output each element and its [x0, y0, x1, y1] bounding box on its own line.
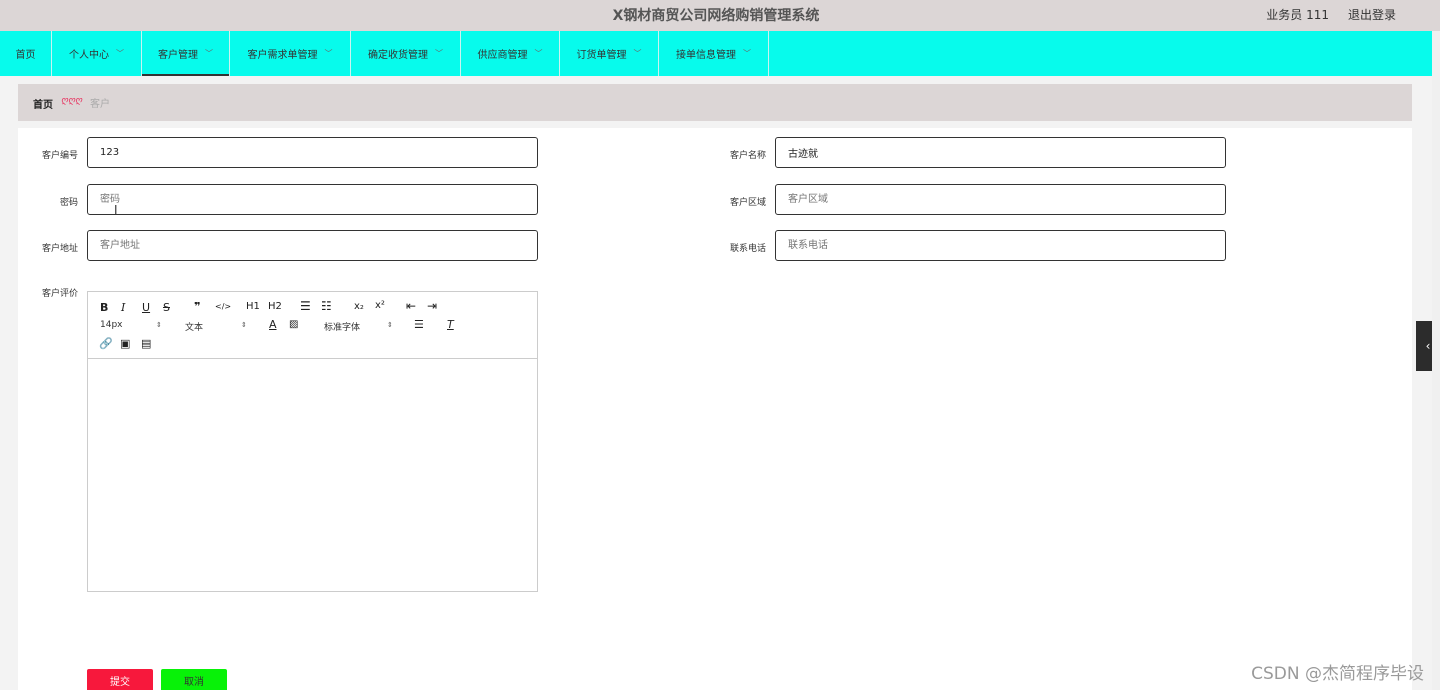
customer-name-label: 客户名称 [729, 151, 766, 161]
align-icon[interactable]: ☰ [414, 318, 424, 331]
chevron-down-icon: ﹀ [534, 49, 543, 58]
indent-icon[interactable]: ⇥ [427, 299, 437, 313]
chevron-down-icon: ﹀ [116, 49, 124, 58]
logout-link[interactable]: 退出登录 [1348, 6, 1396, 23]
subscript-button[interactable]: x₂ [354, 301, 364, 312]
link-icon[interactable]: 🔗 [99, 337, 113, 350]
underline-button[interactable]: U [142, 301, 150, 314]
customer-no-input[interactable] [87, 137, 538, 168]
nav-item-confirm-receipt[interactable]: 确定收货管理 ﹀ [351, 31, 461, 76]
outdent-icon[interactable]: ⇤ [406, 299, 416, 313]
chevron-down-icon: ﹀ [633, 49, 642, 58]
text-style-select[interactable]: 文本 ⇕ [185, 320, 249, 333]
select-arrows-icon: ⇕ [387, 321, 393, 329]
main-nav: 首页 个人中心 ﹀ 客户管理 ﹀ 客户需求单管理 ﹀ 确定收货管理 ﹀ 供应商管理 ﹀ 订… [0, 31, 1432, 76]
nav-item-customer-management[interactable]: 客户管理 ﹀ [142, 31, 230, 76]
font-family-value: 标准字体 [324, 323, 361, 333]
chevron-down-icon: ﹀ [435, 49, 443, 58]
nav-item-label: 客户管理 [158, 50, 198, 61]
nav-item-label: 确定收货管理 [368, 50, 428, 61]
nav-item-label: 个人中心 [69, 50, 109, 61]
customer-region-label: 客户区域 [729, 198, 766, 208]
nav-item-home[interactable]: 首页 [0, 31, 52, 76]
system-title: X钢材商贸公司网络购销管理系统 [612, 8, 820, 24]
select-arrows-icon: ⇕ [241, 321, 247, 329]
nav-item-label: 供应商管理 [477, 50, 528, 61]
italic-button[interactable]: I [121, 301, 125, 314]
superscript-button[interactable]: x² [375, 300, 385, 311]
editor-content-area[interactable] [88, 359, 537, 591]
chevron-down-icon: ﹀ [205, 49, 213, 58]
font-size-value: 14px [100, 320, 123, 330]
contact-phone-input[interactable] [775, 230, 1226, 261]
nav-item-supplier[interactable]: 供应商管理 ﹀ [461, 31, 560, 76]
customer-region-input[interactable] [775, 184, 1226, 215]
current-user: 业务员 111 [1266, 8, 1329, 22]
header2-button[interactable]: H2 [268, 301, 282, 312]
nav-item-label: 客户需求单管理 [247, 50, 318, 61]
nav-item-order[interactable]: 订货单管理 ﹀ [560, 31, 659, 76]
nav-item-label: 订货单管理 [576, 50, 627, 61]
select-arrows-icon: ⇕ [156, 321, 162, 329]
watermark-text: CSDN @杰简程序毕设 [1251, 664, 1424, 684]
cancel-button[interactable]: 取消 [161, 669, 227, 690]
font-size-select[interactable]: 14px ⇕ [100, 320, 164, 330]
password-label: 密码 [59, 198, 78, 208]
nav-item-order-receiving[interactable]: 接单信息管理 ﹀ [659, 31, 769, 76]
bullet-list-icon[interactable]: ☷ [321, 299, 332, 313]
clear-format-icon[interactable]: T [447, 318, 454, 331]
code-block-button[interactable]: </> [215, 302, 231, 311]
vertical-scrollbar[interactable] [1432, 31, 1440, 690]
nav-item-label: 接单信息管理 [676, 50, 736, 61]
blockquote-button[interactable]: ❞ [194, 300, 200, 313]
font-color-button[interactable]: A [269, 318, 277, 331]
customer-no-label: 客户编号 [41, 151, 78, 161]
rich-text-editor: B I U S ❞ </> H1 H2 ☰ ☷ x₂ x² ⇤ ⇥ 14px ⇕… [87, 291, 538, 592]
customer-address-label: 客户地址 [41, 244, 78, 254]
customer-review-label: 客户评价 [41, 289, 78, 299]
customer-name-input[interactable] [775, 137, 1226, 168]
breadcrumb-current: 客户 [90, 99, 110, 110]
chevron-down-icon: ﹀ [743, 49, 751, 58]
header1-button[interactable]: H1 [246, 301, 260, 312]
ordered-list-icon[interactable]: ☰ [300, 299, 311, 313]
breadcrumb-home[interactable]: 首页 [33, 96, 53, 111]
nav-item-label: 首页 [15, 50, 36, 61]
breadcrumb: 首页 ღღღ 客户 [18, 84, 1412, 121]
nav-item-personal-center[interactable]: 个人中心 ﹀ [52, 31, 142, 76]
text-cursor-icon: I [114, 203, 118, 217]
nav-item-customer-demand[interactable]: 客户需求单管理 ﹀ [230, 31, 351, 76]
bold-button[interactable]: B [100, 301, 108, 314]
contact-phone-label: 联系电话 [729, 244, 766, 254]
customer-address-input[interactable] [87, 230, 538, 261]
text-style-value: 文本 [185, 323, 204, 333]
strike-button[interactable]: S [163, 301, 170, 314]
top-header: X钢材商贸公司网络购销管理系统 业务员 111 退出登录 [0, 0, 1440, 31]
breadcrumb-separator: ღღღ [61, 96, 83, 106]
font-family-select[interactable]: 标准字体 ⇕ [324, 320, 394, 333]
video-icon[interactable]: ▤ [141, 337, 151, 350]
submit-button[interactable]: 提交 [87, 669, 153, 690]
background-color-icon[interactable]: ▨ [289, 319, 298, 330]
editor-toolbar: B I U S ❞ </> H1 H2 ☰ ☷ x₂ x² ⇤ ⇥ 14px ⇕… [88, 292, 537, 359]
password-input[interactable] [87, 184, 538, 215]
image-icon[interactable]: ▣ [120, 337, 130, 350]
chevron-down-icon: ﹀ [324, 49, 333, 58]
chevron-left-icon: ‹ [1425, 339, 1431, 353]
